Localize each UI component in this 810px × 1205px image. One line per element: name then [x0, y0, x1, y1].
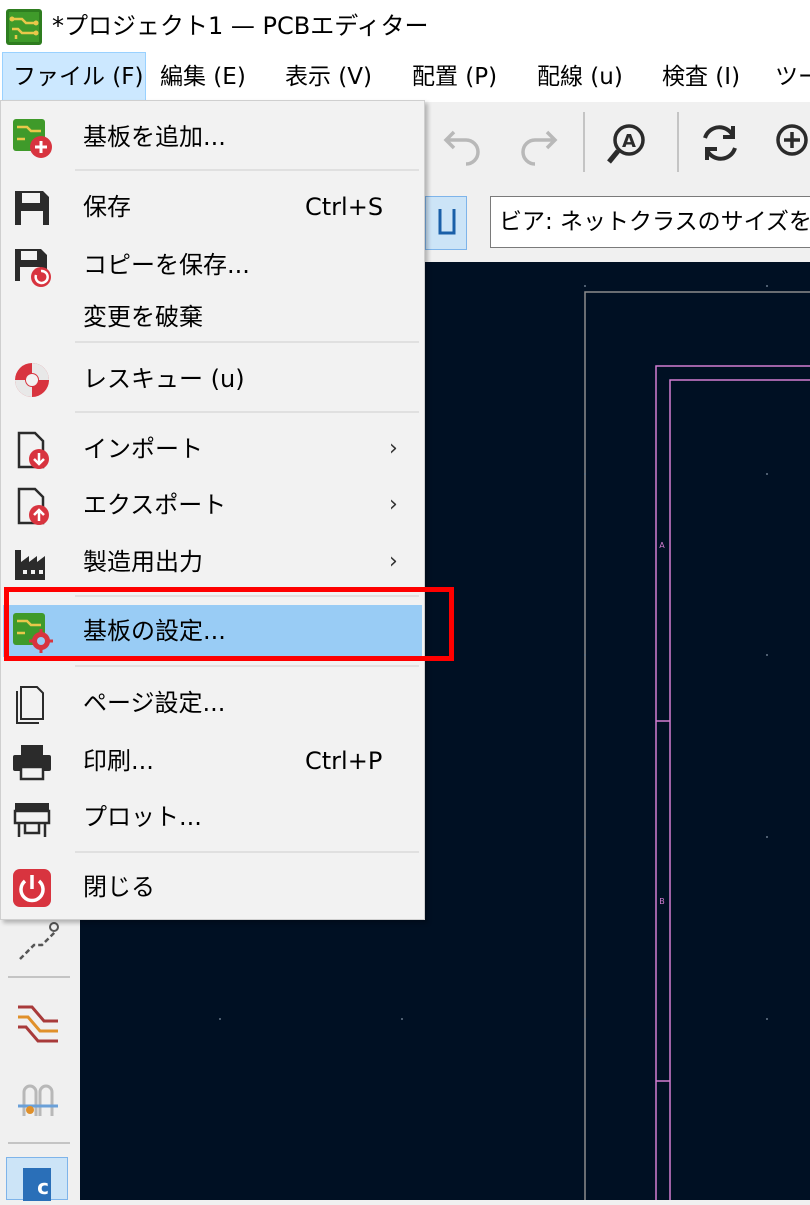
save-copy-icon: [15, 249, 51, 287]
redo-icon[interactable]: [515, 120, 561, 166]
menu-item-add-board[interactable]: 基板を追加...: [3, 111, 422, 163]
import-icon: [17, 431, 49, 469]
menu-edit[interactable]: 編集 (E): [160, 52, 246, 102]
factory-icon: [15, 550, 45, 580]
menu-item-shortcut: Ctrl+P: [305, 747, 383, 775]
menu-separator: [75, 341, 419, 343]
pcb-app-icon: [6, 9, 42, 45]
window-title: *プロジェクト1 — PCBエディター: [52, 12, 429, 40]
menu-item-label: 変更を破棄: [83, 303, 203, 331]
menu-item-print[interactable]: 印刷... Ctrl+P: [3, 735, 422, 787]
toolbar-separator: [8, 976, 70, 978]
board-add-icon: [13, 119, 52, 158]
menu-item-label: 基板を追加...: [83, 123, 226, 151]
toolbar-separator: [677, 112, 679, 172]
frame-label-a: A: [659, 541, 665, 550]
submenu-arrow: ›: [389, 492, 398, 517]
menu-separator: [75, 169, 419, 171]
diff-pair-icon[interactable]: [14, 917, 62, 965]
menu-item-label: 保存: [83, 193, 131, 221]
menu-bar: ファイル (F) 編集 (E) 表示 (V) 配置 (P) 配線 (u) 検査 …: [0, 52, 810, 102]
rescue-icon: [15, 363, 49, 397]
menu-separator: [75, 851, 419, 853]
tune-length-icon[interactable]: [14, 1072, 62, 1120]
menu-route[interactable]: 配線 (u): [537, 52, 623, 102]
menu-item-revert[interactable]: 変更を破棄: [3, 291, 422, 343]
menu-item-page-settings[interactable]: ページ設定...: [3, 677, 422, 729]
add-component-button[interactable]: c: [6, 1157, 68, 1201]
title-bar: *プロジェクト1 — PCBエディター: [0, 0, 810, 52]
route-icon: [438, 209, 456, 235]
submenu-arrow: ›: [389, 549, 398, 574]
menu-item-export[interactable]: エクスポート ›: [3, 479, 422, 531]
toolbar-separator: [8, 1142, 70, 1144]
menu-item-import[interactable]: インポート ›: [3, 423, 422, 475]
file-menu-dropdown: 基板を追加... 保存 Ctrl+S コピーを保存... 変更を破棄 レスキュー…: [0, 100, 425, 920]
menu-place[interactable]: 配置 (P): [412, 52, 497, 102]
route-track-icon[interactable]: [14, 997, 62, 1045]
sheet-border: [584, 291, 810, 1200]
menu-item-shortcut: Ctrl+S: [305, 193, 384, 221]
route-mode-button[interactable]: [425, 196, 467, 250]
via-size-select[interactable]: ビア: ネットクラスのサイズを使: [490, 196, 810, 248]
menu-inspect[interactable]: 検査 (I): [662, 52, 740, 102]
menu-item-label: 閉じる: [83, 873, 155, 901]
menu-item-label: ページ設定...: [83, 689, 226, 717]
menu-item-close[interactable]: 閉じる: [3, 861, 422, 913]
component-icon: c: [23, 1168, 51, 1201]
svg-text:c: c: [37, 1175, 49, 1199]
menu-item-label: エクスポート: [83, 491, 227, 519]
menu-item-plot[interactable]: プロット...: [3, 791, 422, 843]
menu-item-save[interactable]: 保存 Ctrl+S: [3, 181, 422, 233]
frame-inner: [669, 379, 810, 1200]
menu-item-fab-outputs[interactable]: 製造用出力 ›: [3, 536, 422, 588]
plotter-icon: [13, 803, 51, 837]
frame-label-b: B: [659, 897, 665, 906]
menu-item-label: コピーを保存...: [83, 251, 250, 279]
export-icon: [17, 487, 49, 525]
page-icon: [16, 686, 44, 724]
svg-text:A: A: [622, 131, 636, 152]
toolbar-separator: [583, 112, 585, 172]
find-icon[interactable]: A: [605, 120, 651, 166]
menu-separator: [75, 411, 419, 413]
frame-outer: [655, 365, 810, 1200]
menu-view[interactable]: 表示 (V): [285, 52, 372, 102]
menu-separator: [75, 665, 419, 667]
main-toolbar: A: [425, 102, 810, 184]
menu-item-label: 製造用出力: [83, 548, 203, 576]
printer-icon: [13, 745, 51, 781]
power-icon: [13, 869, 51, 907]
menu-item-label: インポート: [83, 435, 203, 463]
menu-item-label: レスキュー (u): [83, 365, 245, 393]
menu-tools[interactable]: ツー: [775, 52, 810, 102]
submenu-arrow: ›: [389, 436, 398, 461]
menu-item-label: 印刷...: [83, 747, 154, 775]
undo-icon[interactable]: [440, 120, 486, 166]
refresh-icon[interactable]: [697, 120, 743, 166]
menu-item-save-copy[interactable]: コピーを保存...: [3, 239, 422, 291]
zoom-in-icon[interactable]: [770, 120, 810, 166]
save-icon: [15, 191, 49, 225]
menu-file[interactable]: ファイル (F): [2, 52, 146, 102]
annotation-highlight-box: [4, 587, 454, 661]
menu-item-label: プロット...: [83, 803, 202, 831]
menu-item-rescue[interactable]: レスキュー (u): [3, 353, 422, 405]
